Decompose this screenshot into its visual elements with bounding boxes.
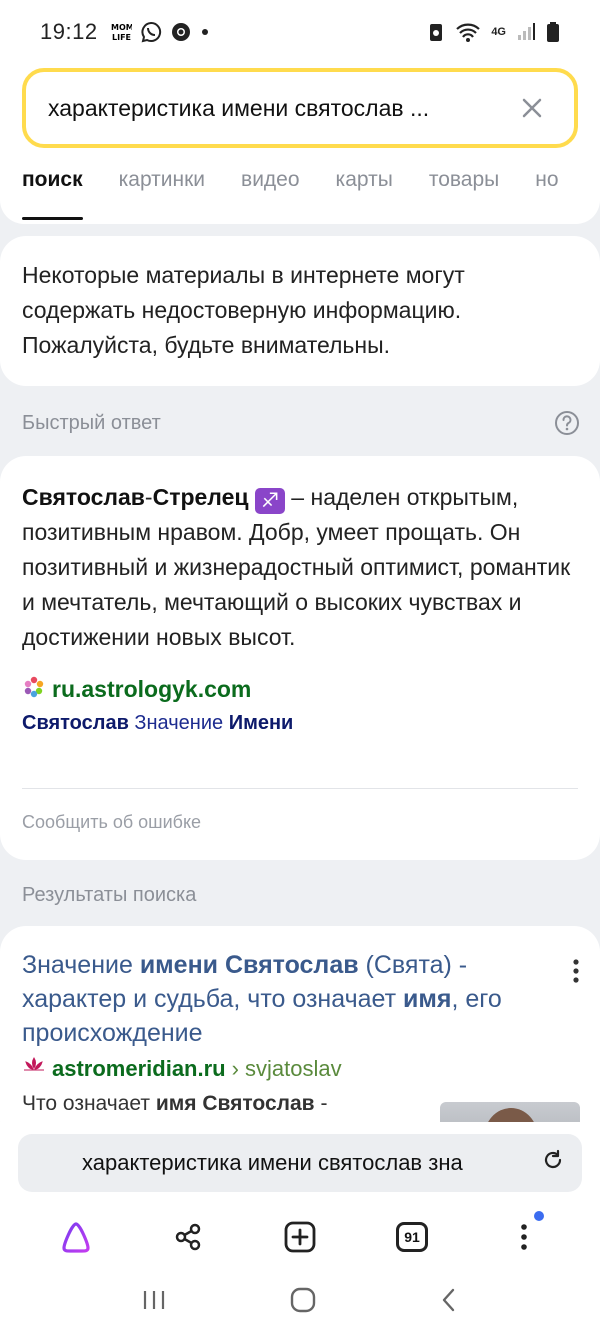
menu-notification-dot: [534, 1211, 544, 1221]
tab-news[interactable]: но: [535, 168, 558, 220]
source-title-part-3: Имени: [228, 712, 294, 734]
alice-assistant-button[interactable]: [46, 1207, 106, 1267]
snippet-part: -: [314, 1092, 328, 1115]
quick-answer-heading: Быстрый ответ: [22, 412, 161, 434]
viber-icon: [140, 21, 162, 43]
search-query-text[interactable]: характеристика имени святослав ...: [48, 95, 512, 122]
answer-source[interactable]: ru.astrologyk.com: [22, 675, 578, 704]
new-tab-icon[interactable]: [270, 1207, 330, 1267]
share-icon[interactable]: [158, 1207, 218, 1267]
search-tabs: поиск картинки видео карты товары но: [22, 168, 559, 220]
result-url[interactable]: astromeridian.ru › svjatoslav: [22, 1056, 578, 1082]
tab-search[interactable]: поиск: [22, 168, 83, 220]
status-right-icons: 4G: [427, 21, 560, 43]
sagittarius-icon: ♐: [254, 488, 285, 514]
tab-maps[interactable]: карты: [336, 168, 393, 220]
clear-icon[interactable]: [512, 88, 552, 128]
result-path[interactable]: › svjatoslav: [232, 1056, 342, 1082]
recycle-battery-saver-icon: [427, 21, 445, 43]
quick-answer-card: Святослав-Стрелец ♐ – наделен открытым, …: [0, 456, 600, 860]
status-left-icons: MOM LIFE: [110, 21, 210, 43]
results-heading: Результаты поиска: [22, 884, 197, 906]
notification-dot-icon: [200, 27, 210, 37]
help-icon[interactable]: [554, 410, 580, 441]
chrome-icon: [170, 21, 192, 43]
content-warning-text: Некоторые материалы в интернете могут со…: [22, 262, 465, 358]
svg-text:MOM: MOM: [111, 23, 132, 32]
browser-bottom-bar: характеристика имени святослав зна 91: [0, 1122, 600, 1332]
quick-answer-text: Святослав-Стрелец ♐ – наделен открытым, …: [22, 480, 578, 655]
tab-video[interactable]: видео: [241, 168, 300, 220]
more-options-icon[interactable]: [572, 958, 580, 989]
wifi-icon: [455, 21, 481, 43]
address-bar-text[interactable]: характеристика имени святослав зна: [82, 1150, 542, 1176]
astromeridian-favicon-icon: [22, 1056, 46, 1082]
answer-sign: Стрелец: [152, 484, 249, 510]
address-bar[interactable]: характеристика имени святослав зна: [18, 1134, 582, 1192]
report-error-link[interactable]: Сообщить об ошибке: [22, 812, 201, 833]
source-title-part-2: Значение: [128, 712, 229, 734]
divider: [22, 788, 578, 789]
signal-icon: [516, 22, 536, 42]
home-icon[interactable]: [289, 1286, 317, 1319]
result-title-part: Значение: [22, 951, 140, 979]
system-navigation-bar: [0, 1272, 600, 1332]
result-title-link[interactable]: Значение имени Святослав (Свята) - харак…: [22, 948, 552, 1050]
snippet-part: имя Святослав: [155, 1092, 315, 1115]
reload-icon[interactable]: [542, 1149, 564, 1177]
search-result-card: Значение имени Святослав (Свята) - харак…: [0, 926, 600, 1162]
status-bar: 19:12 MOM LIFE 4G: [0, 0, 600, 64]
answer-dash: -: [144, 484, 153, 510]
tab-products[interactable]: товары: [429, 168, 499, 220]
mom-life-icon: MOM LIFE: [110, 21, 132, 43]
search-input[interactable]: характеристика имени святослав ...: [22, 68, 578, 148]
answer-source-domain[interactable]: ru.astrologyk.com: [52, 676, 251, 703]
svg-text:LIFE: LIFE: [112, 33, 131, 42]
result-domain[interactable]: astromeridian.ru: [52, 1056, 226, 1082]
tab-count: 91: [396, 1222, 428, 1252]
network-type-label: 4G: [491, 26, 506, 38]
content-warning-card: Некоторые материалы в интернете могут со…: [0, 236, 600, 386]
answer-name: Святослав: [22, 484, 145, 510]
back-icon[interactable]: [439, 1287, 459, 1318]
tabs-counter-button[interactable]: 91: [382, 1207, 442, 1267]
battery-icon: [546, 21, 560, 43]
source-title-part-1: Святослав: [22, 712, 129, 734]
status-time: 19:12: [40, 19, 98, 44]
result-title-part: имя: [403, 985, 452, 1013]
search-header: характеристика имени святослав ... поиск…: [0, 64, 600, 224]
result-title-part: имени Святослав: [139, 951, 359, 979]
snippet-part: Что означает: [22, 1092, 156, 1115]
answer-source-title[interactable]: Святослав Значение Имени: [22, 712, 578, 735]
browser-menu-icon[interactable]: [494, 1207, 554, 1267]
browser-toolbar: 91: [0, 1202, 600, 1272]
tab-images[interactable]: картинки: [119, 168, 205, 220]
recent-apps-icon[interactable]: [141, 1288, 167, 1317]
astrologyk-favicon-icon: [22, 675, 46, 704]
